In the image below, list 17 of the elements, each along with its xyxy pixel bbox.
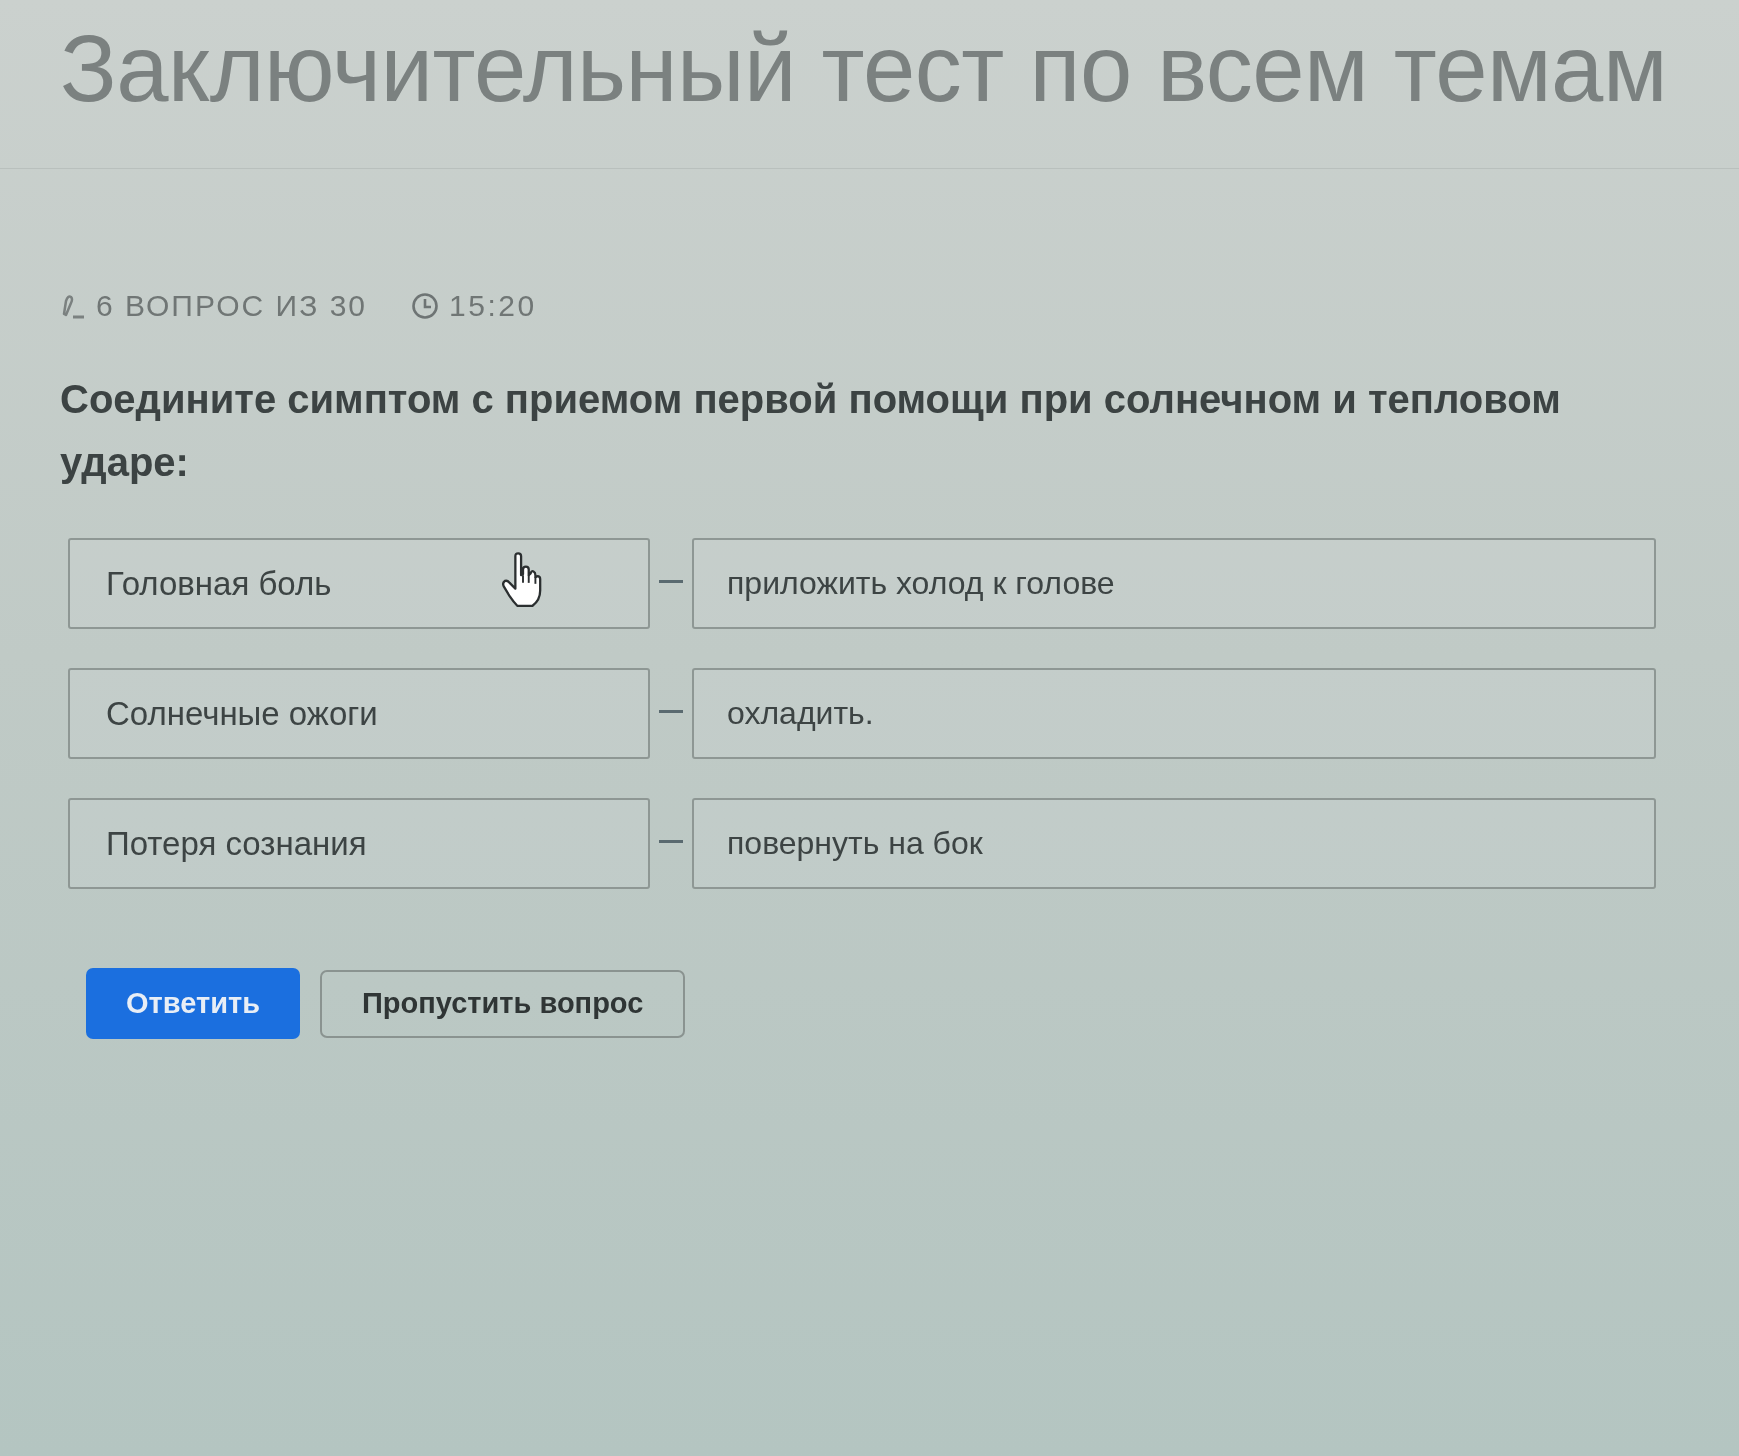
clock-icon: [411, 292, 439, 320]
answer-card[interactable]: повернуть на бок: [692, 798, 1656, 889]
skip-button[interactable]: Пропустить вопрос: [320, 969, 686, 1038]
pencil-icon: [60, 292, 86, 320]
connector-dash: [659, 840, 683, 843]
symptom-card[interactable]: Солнечные ожоги: [68, 668, 650, 759]
answer-card[interactable]: приложить холод к голове: [692, 538, 1656, 629]
connector-dash: [659, 580, 683, 583]
submit-button[interactable]: Ответить: [86, 968, 300, 1039]
answer-card[interactable]: охладить.: [692, 668, 1656, 759]
question-text: Соедините симптом с приемом первой помощи при солнечном и тепловом ударе:: [60, 376, 1562, 486]
symptom-card[interactable]: Головная боль: [68, 538, 650, 629]
timer: 15:20: [449, 290, 537, 322]
page-title: Заключительный тест по всем темам: [60, 15, 1668, 123]
connector-dash: [659, 710, 683, 713]
symptom-card[interactable]: Потеря сознания: [68, 798, 650, 889]
question-counter: 6 ВОПРОС ИЗ 30: [96, 290, 367, 322]
